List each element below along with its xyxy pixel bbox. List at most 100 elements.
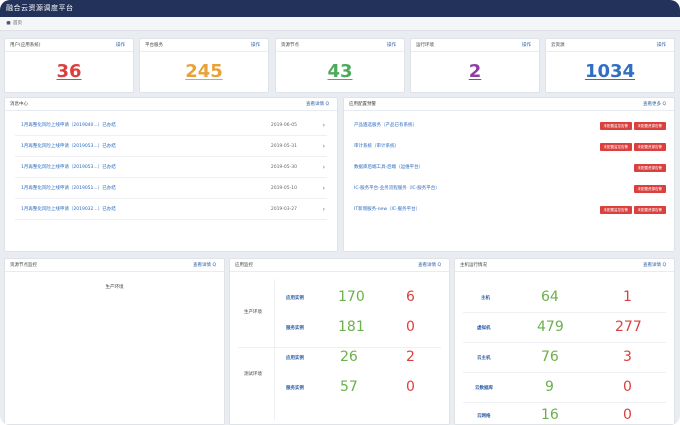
view-details-link[interactable]: 查看详情 Q bbox=[418, 259, 441, 272]
card-action-link[interactable]: 操作 bbox=[116, 39, 125, 52]
view-details-link[interactable]: 查看详情 Q bbox=[643, 259, 666, 272]
message-item[interactable]: 1月再整化风险上线申请（2019040...）已办结 2019-06-05 › bbox=[15, 116, 327, 136]
stat-ok-value[interactable]: 181 bbox=[338, 319, 365, 335]
warning-badge[interactable]: 未配置资源告警 bbox=[633, 122, 666, 130]
stat-ok-value[interactable]: 76 bbox=[541, 349, 559, 365]
warning-badge[interactable]: 未配置资源告警 bbox=[633, 206, 666, 214]
message-text[interactable]: 1月再整化风险上线申请（2019053...）已办结 bbox=[21, 158, 116, 178]
card-value[interactable]: 245 bbox=[140, 61, 268, 82]
warning-item[interactable]: IC-服务平台-业务流程服务（IC-服务平台） 未配置资源告警 bbox=[352, 179, 666, 199]
stat-error-value[interactable]: 277 bbox=[615, 319, 642, 335]
stat-ok-value[interactable]: 16 bbox=[541, 407, 559, 423]
view-more-link[interactable]: 查看更多 Q bbox=[643, 98, 666, 111]
stat-error-value[interactable]: 0 bbox=[406, 379, 415, 395]
stat-ok-value[interactable]: 26 bbox=[340, 349, 358, 365]
panel-title: 消息中心 bbox=[10, 102, 28, 107]
stat-label[interactable]: 虚拟机 bbox=[477, 325, 491, 331]
stat-label[interactable]: 云数据库 bbox=[475, 385, 493, 391]
card-label: 云资源 bbox=[551, 43, 565, 48]
warning-badge[interactable]: 未配置监控告警 bbox=[599, 122, 632, 130]
divider bbox=[274, 279, 275, 421]
panel-title: 主机运行情况 bbox=[460, 263, 487, 268]
chevron-right-icon[interactable]: › bbox=[323, 137, 325, 157]
card-value[interactable]: 43 bbox=[276, 61, 404, 82]
breadcrumb-home[interactable]: 首页 bbox=[13, 21, 22, 26]
stat-ok-value[interactable]: 57 bbox=[340, 379, 358, 395]
message-text[interactable]: 1月再整化风险上线申请（2019051...）已办结 bbox=[21, 179, 116, 199]
divider bbox=[238, 347, 441, 348]
message-item[interactable]: 1月再整化风险上线申请（2019053...）已办结 2019-05-31 › bbox=[15, 137, 327, 157]
message-text[interactable]: 1月再整化风险上线申请（2019032...）已办结 bbox=[21, 200, 116, 220]
env-label: 测试环境 bbox=[244, 372, 262, 377]
stat-error-value[interactable]: 3 bbox=[623, 349, 632, 365]
message-date: 2019-05-31 bbox=[270, 144, 297, 149]
view-details-link[interactable]: 查看详情 Q bbox=[306, 98, 329, 111]
warning-text[interactable]: 审计系统（审计系统） bbox=[354, 137, 399, 157]
chevron-right-icon[interactable]: › bbox=[323, 116, 325, 136]
warning-text[interactable]: 产品遴选服务（产品已有系统） bbox=[354, 116, 417, 136]
card-action-link[interactable]: 操作 bbox=[251, 39, 260, 52]
stat-error-value[interactable]: 6 bbox=[406, 289, 415, 305]
warning-item[interactable]: 数据库后端工具-后端（运维平台） 未配置资源告警 bbox=[352, 158, 666, 178]
card-action-link[interactable]: 操作 bbox=[387, 39, 396, 52]
chevron-right-icon[interactable]: › bbox=[323, 179, 325, 199]
warning-item[interactable]: 产品遴选服务（产品已有系统） 未配置监控告警 未配置资源告警 bbox=[352, 116, 666, 136]
warning-text[interactable]: IC-服务平台-业务流程服务（IC-服务平台） bbox=[354, 179, 440, 199]
home-icon[interactable] bbox=[6, 20, 11, 25]
stat-label[interactable]: 应用实例 bbox=[286, 355, 304, 361]
stat-ok-value[interactable]: 479 bbox=[537, 319, 564, 335]
card-resource-nodes: 资源节点 操作 43 bbox=[275, 38, 405, 93]
app-monitor-panel: 应用监控 查看详情 Q 生产环境 应用实例 170 6 服务实例 181 0 测试… bbox=[229, 258, 450, 425]
message-date: 2019-03-27 bbox=[270, 207, 297, 212]
warning-badge[interactable]: 未配置监控告警 bbox=[599, 206, 632, 214]
stat-ok-value[interactable]: 64 bbox=[541, 289, 559, 305]
card-value[interactable]: 1034 bbox=[546, 61, 674, 82]
app-title: 融合云资源调度平台 bbox=[6, 4, 74, 12]
message-date: 2019-06-05 bbox=[270, 123, 297, 128]
divider bbox=[463, 342, 666, 343]
warning-item[interactable]: 审计系统（审计系统） 未配置监控告警 未配置资源告警 bbox=[352, 137, 666, 157]
warning-text[interactable]: IT新增服务-new（IC-服务平台） bbox=[354, 200, 420, 220]
stat-label[interactable]: 服务实例 bbox=[286, 385, 304, 391]
message-text[interactable]: 1月再整化风险上线申请（2019053...）已办结 bbox=[21, 137, 116, 157]
card-users: 用户(应用系统) 操作 36 bbox=[4, 38, 134, 93]
stat-label[interactable]: 云网络 bbox=[477, 413, 491, 419]
stat-label[interactable]: 主机 bbox=[481, 295, 490, 301]
stat-label[interactable]: 服务实例 bbox=[286, 325, 304, 331]
message-item[interactable]: 1月再整化风险上线申请（2019051...）已办结 2019-05-10 › bbox=[15, 179, 327, 199]
message-center-panel: 消息中心 查看详情 Q 1月再整化风险上线申请（2019040...）已办结 20… bbox=[4, 97, 338, 252]
stat-label[interactable]: 云主机 bbox=[477, 355, 491, 361]
warning-badge[interactable]: 未配置资源告警 bbox=[633, 143, 666, 151]
warning-badge[interactable]: 未配置监控告警 bbox=[599, 143, 632, 151]
breadcrumb: 首页 bbox=[0, 17, 680, 31]
message-item[interactable]: 1月再整化风险上线申请（2019053...）已办结 2019-05-30 › bbox=[15, 158, 327, 178]
card-value[interactable]: 36 bbox=[5, 61, 133, 82]
stat-error-value[interactable]: 1 bbox=[623, 289, 632, 305]
warning-item[interactable]: IT新增服务-new（IC-服务平台） 未配置监控告警 未配置资源告警 bbox=[352, 200, 666, 220]
card-platform-services: 平台服务 操作 245 bbox=[139, 38, 269, 93]
stat-error-value[interactable]: 0 bbox=[623, 407, 632, 423]
chevron-right-icon[interactable]: › bbox=[323, 158, 325, 178]
panel-title: 资源节点监控 bbox=[10, 263, 37, 268]
chevron-right-icon[interactable]: › bbox=[323, 200, 325, 220]
stat-ok-value[interactable]: 170 bbox=[338, 289, 365, 305]
card-cloud-resources: 云资源 操作 1034 bbox=[545, 38, 675, 93]
message-item[interactable]: 1月再整化风险上线申请（2019032...）已办结 2019-03-27 › bbox=[15, 200, 327, 220]
stat-error-value[interactable]: 2 bbox=[406, 349, 415, 365]
warning-badge[interactable]: 未配置资源告警 bbox=[633, 164, 666, 172]
stat-label[interactable]: 应用实例 bbox=[286, 295, 304, 301]
card-label: 用户(应用系统) bbox=[10, 43, 41, 48]
card-action-link[interactable]: 操作 bbox=[657, 39, 666, 52]
warning-badge[interactable]: 未配置资源告警 bbox=[633, 185, 666, 193]
card-value[interactable]: 2 bbox=[411, 61, 539, 82]
card-action-link[interactable]: 操作 bbox=[522, 39, 531, 52]
warning-text[interactable]: 数据库后端工具-后端（运维平台） bbox=[354, 158, 423, 178]
divider bbox=[463, 312, 666, 313]
card-label: 平台服务 bbox=[145, 43, 163, 48]
stat-error-value[interactable]: 0 bbox=[406, 319, 415, 335]
message-text[interactable]: 1月再整化风险上线申请（2019040...）已办结 bbox=[21, 116, 116, 136]
view-details-link[interactable]: 查看详情 Q bbox=[193, 259, 216, 272]
card-runtime-envs: 运行环境 操作 2 bbox=[410, 38, 540, 93]
stat-ok-value[interactable]: 9 bbox=[545, 379, 554, 395]
stat-error-value[interactable]: 0 bbox=[623, 379, 632, 395]
